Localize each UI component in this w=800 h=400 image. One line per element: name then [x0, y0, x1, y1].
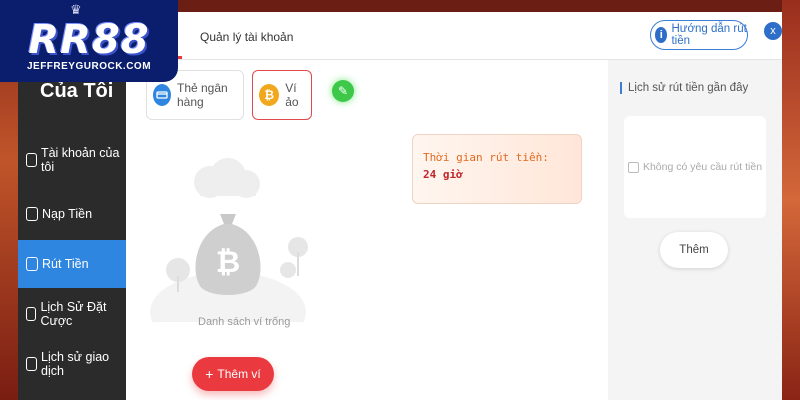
add-wallet-button[interactable]: + Thêm ví	[192, 357, 274, 391]
method-crypto-wallet-label: Ví ảo	[285, 81, 299, 109]
sidebar-item-my-account[interactable]: Tài khoản của tôi	[18, 136, 126, 184]
deposit-icon	[26, 207, 38, 221]
sidebar-item-label: Rút Tiền	[42, 257, 89, 271]
withdraw-time-value: 24 giờ	[423, 168, 463, 181]
empty-wallet-illustration: ₿	[150, 158, 308, 322]
history-more-button[interactable]: Thêm	[660, 232, 728, 268]
plus-icon: +	[205, 366, 214, 382]
sidebar-title: Của Tôi	[40, 80, 114, 102]
info-icon: i	[655, 27, 668, 43]
empty-wallet-label: Danh sách ví trống	[198, 316, 291, 328]
sidebar-item-label: Tài khoản của tôi	[40, 146, 120, 174]
withdraw-history-empty: Không có yêu cầu rút tiền	[624, 116, 766, 218]
withdraw-time-notice: Thời gian rút tiền: 24 giờ	[412, 134, 582, 204]
close-button[interactable]: x	[764, 22, 782, 40]
add-wallet-label: Thêm ví	[217, 367, 261, 381]
bet-history-icon	[26, 307, 37, 321]
withdraw-history-title: Lịch sử rút tiền gần đây	[620, 82, 748, 94]
bitcoin-icon: ₿	[259, 84, 280, 106]
svg-text:₿: ₿	[216, 245, 240, 280]
bank-card-icon	[153, 84, 171, 106]
panel-header: Quản lý tài khoản i Hướng dẫn rút tiền x	[126, 12, 782, 60]
withdraw-history-panel: Lịch sử rút tiền gần đây Không có yêu cầ…	[608, 60, 782, 400]
withdraw-icon	[26, 257, 38, 271]
crown-icon: ♛	[70, 2, 82, 17]
edit-pen-icon[interactable]: ✎	[332, 80, 354, 102]
method-bank-card-label: Thẻ ngân hàng	[176, 81, 228, 109]
sidebar-item-deposit[interactable]: Nạp Tiền	[18, 190, 126, 238]
logo-brand-text: RR88	[28, 16, 150, 63]
method-crypto-wallet[interactable]: ₿ Ví ảo	[252, 70, 312, 120]
withdraw-time-label: Thời gian rút tiền:	[423, 151, 549, 164]
inbox-icon	[627, 161, 639, 173]
withdraw-guide-button[interactable]: i Hướng dẫn rút tiền	[650, 20, 748, 50]
withdraw-guide-label: Hướng dẫn rút tiền	[671, 23, 747, 47]
sidebar-item-label: Lịch sử giao dịch	[41, 350, 110, 378]
withdraw-history-empty-label: Không có yêu cầu rút tiền	[642, 161, 763, 173]
sidebar-item-label: Lịch Sử Đặt Cược	[40, 300, 107, 328]
sidebar: Của Tôi Tài khoản của tôi Nạp Tiền Rút T…	[18, 60, 126, 400]
sidebar-item-label: Nạp Tiền	[42, 207, 93, 221]
user-icon	[26, 153, 37, 167]
brand-logo[interactable]: ♛ RR88 JEFFREYGUROCK.COM	[0, 0, 178, 82]
sidebar-item-transaction-history[interactable]: Lịch sử giao dịch	[18, 340, 126, 388]
tab-account-management[interactable]: Quản lý tài khoản	[200, 30, 293, 44]
logo-domain-text: JEFFREYGUROCK.COM	[26, 60, 152, 72]
background-right	[782, 0, 800, 400]
sidebar-item-bet-history[interactable]: Lịch Sử Đặt Cược	[18, 290, 126, 338]
transaction-icon	[26, 357, 37, 371]
account-panel: Quản lý tài khoản i Hướng dẫn rút tiền x…	[126, 12, 782, 400]
sidebar-item-withdraw[interactable]: Rút Tiền	[18, 240, 126, 288]
